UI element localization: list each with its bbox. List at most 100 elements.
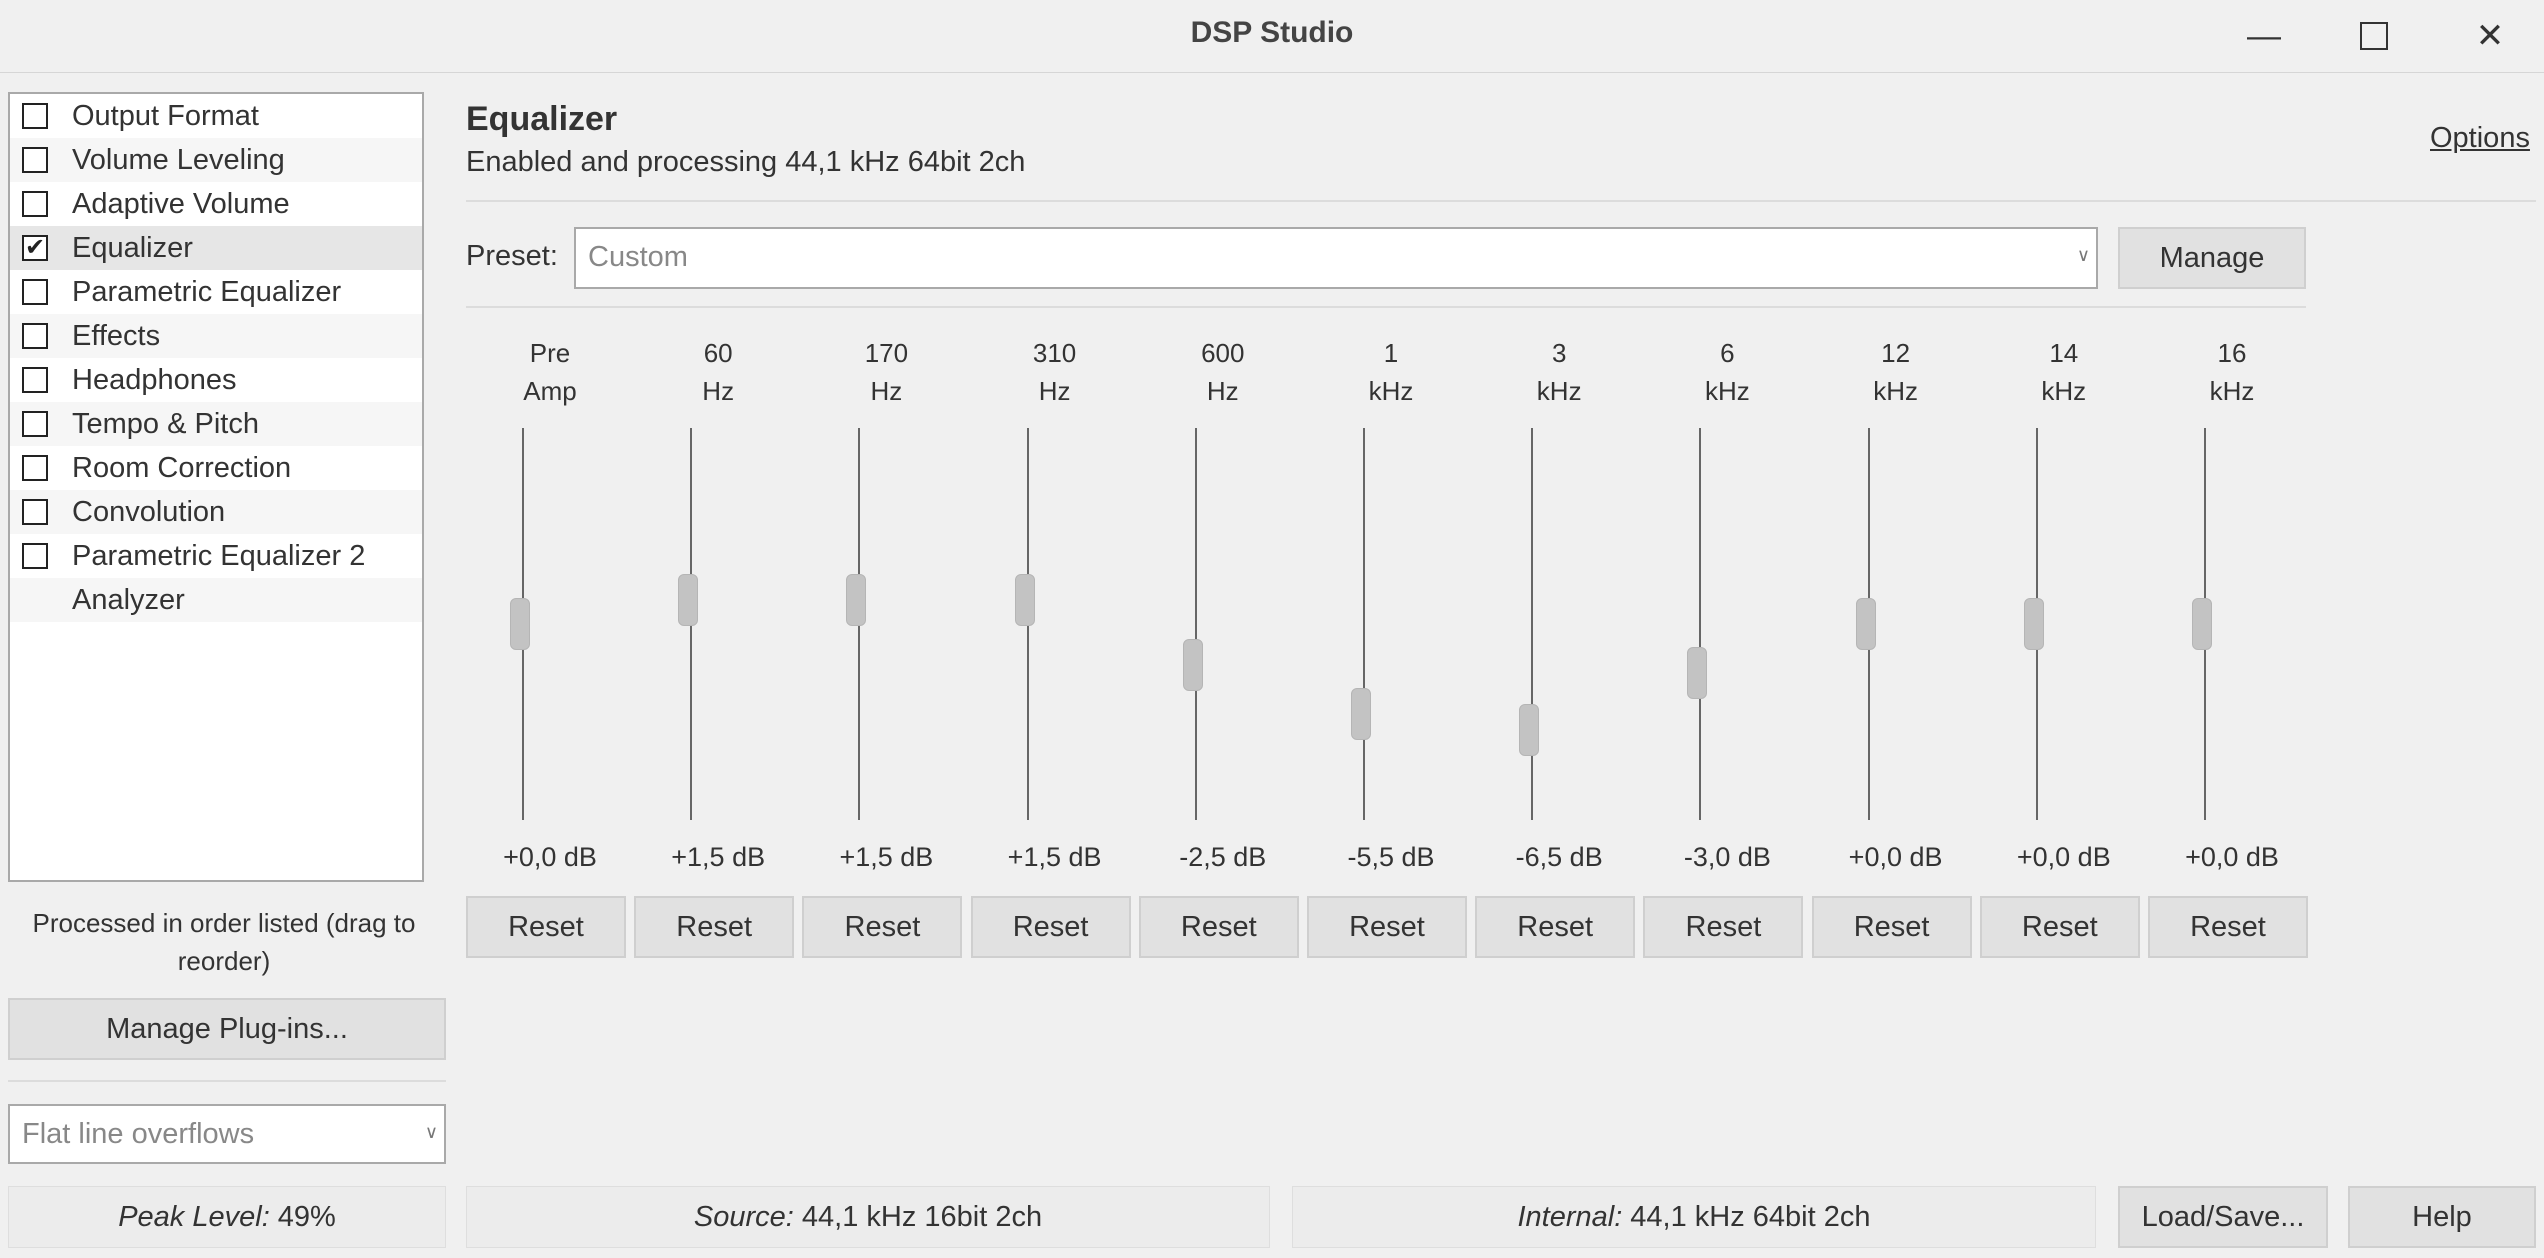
- minimize-icon: —: [2247, 16, 2281, 55]
- dsp-list-item[interactable]: Effects: [10, 314, 422, 358]
- checkbox[interactable]: [22, 323, 48, 349]
- overflow-mode-select[interactable]: Flat line overflows ∨: [8, 1104, 446, 1164]
- peak-level-label: Peak Level:: [118, 1200, 270, 1233]
- band-slider-thumb[interactable]: [2023, 598, 2044, 650]
- overflow-mode-value: Flat line overflows: [22, 1118, 255, 1150]
- dsp-list-item[interactable]: Analyzer: [10, 578, 422, 622]
- band-reset-button[interactable]: Reset: [970, 896, 1131, 958]
- peak-level-status: Peak Level: 49%: [8, 1186, 446, 1248]
- band-frequency-value: 6: [1720, 338, 1735, 368]
- band-reset-button[interactable]: Reset: [1307, 896, 1467, 958]
- sidebar-divider: [8, 1080, 446, 1082]
- options-link[interactable]: Options: [2430, 122, 2530, 155]
- manage-plugins-button[interactable]: Manage Plug-ins...: [8, 998, 446, 1060]
- title-bar: DSP Studio — ✕: [0, 0, 2544, 73]
- checkbox-checked[interactable]: ✔: [22, 235, 48, 261]
- band-gain-value: +1,5 dB: [839, 842, 934, 872]
- dsp-list-item[interactable]: Parametric Equalizer 2: [10, 534, 422, 578]
- band-reset-button[interactable]: Reset: [2148, 896, 2308, 958]
- band-frequency-value: 14: [2049, 338, 2079, 368]
- checkbox[interactable]: [22, 367, 48, 393]
- dsp-list-item[interactable]: ✔ Equalizer: [10, 226, 422, 270]
- band-frequency-value: 60: [703, 338, 733, 368]
- band-reset-button[interactable]: Reset: [1475, 896, 1636, 958]
- checkbox[interactable]: [22, 147, 48, 173]
- dsp-list-item-label: Room Correction: [72, 452, 292, 484]
- dsp-list-item[interactable]: Headphones: [10, 358, 422, 402]
- band-gain-value: -6,5 dB: [1515, 842, 1603, 872]
- manage-preset-button[interactable]: Manage: [2118, 227, 2306, 289]
- minimize-button[interactable]: —: [2224, 10, 2304, 62]
- band-slider-track[interactable]: [1699, 428, 1702, 820]
- page-title: Equalizer: [466, 100, 618, 138]
- band-slider-thumb[interactable]: [1014, 573, 1035, 626]
- chevron-down-icon: ∨: [424, 1122, 438, 1142]
- dsp-list-item-label: Tempo & Pitch: [72, 408, 259, 440]
- band-reset-button[interactable]: Reset: [466, 896, 626, 958]
- band-frequency-value: Pre: [529, 338, 571, 368]
- internal-format-value: 44,1 kHz 64bit 2ch: [1630, 1200, 1871, 1233]
- band-reset-button[interactable]: Reset: [802, 896, 963, 958]
- band-slider-thumb[interactable]: [1519, 704, 1540, 757]
- dsp-list-item-label: Analyzer: [72, 584, 185, 616]
- checkbox[interactable]: [22, 103, 48, 129]
- band-slider-thumb[interactable]: [678, 573, 699, 626]
- checkbox[interactable]: [22, 279, 48, 305]
- band-frequency-unit: kHz: [1873, 376, 1918, 406]
- dsp-list-item[interactable]: Volume Leveling: [10, 138, 422, 182]
- band-frequency-value: 600: [1201, 338, 1245, 368]
- band-gain-value: -3,0 dB: [1683, 842, 1771, 872]
- source-format-value: 44,1 kHz 16bit 2ch: [801, 1200, 1043, 1233]
- band-reset-button[interactable]: Reset: [1138, 896, 1299, 958]
- source-format-label: Source:: [693, 1200, 794, 1233]
- dsp-module-list[interactable]: Output Format Volume Leveling Adaptive Vol…: [8, 92, 424, 882]
- chevron-down-icon: ∨: [2076, 245, 2090, 265]
- close-icon: ✕: [2475, 17, 2505, 55]
- preset-select[interactable]: Custom ∨: [574, 227, 2098, 289]
- band-reset-button[interactable]: Reset: [1643, 896, 1804, 958]
- dsp-list-item[interactable]: Parametric Equalizer: [10, 270, 422, 314]
- band-slider-thumb[interactable]: [846, 573, 867, 626]
- load-save-button[interactable]: Load/Save...: [2118, 1186, 2328, 1248]
- band-reset-button[interactable]: Reset: [634, 896, 795, 958]
- band-frequency-value: 16: [2217, 338, 2247, 368]
- band-gain-value: +1,5 dB: [671, 842, 766, 872]
- band-gain-value: +1,5 dB: [1007, 842, 1102, 872]
- dsp-list-item-label: Output Format: [72, 100, 259, 132]
- band-frequency-unit: Hz: [702, 376, 735, 406]
- dsp-list-item[interactable]: Output Format: [10, 94, 422, 138]
- band-frequency-unit: Amp: [523, 376, 577, 406]
- band-slider-thumb[interactable]: [2192, 598, 2212, 650]
- dsp-list-item[interactable]: Adaptive Volume: [10, 182, 422, 226]
- band-slider-thumb[interactable]: [510, 598, 530, 650]
- dsp-list-item[interactable]: Convolution: [10, 490, 422, 534]
- checkbox[interactable]: [22, 499, 48, 525]
- band-slider-track[interactable]: [1194, 428, 1197, 820]
- band-slider-thumb[interactable]: [1351, 687, 1371, 740]
- checkbox[interactable]: [22, 543, 48, 569]
- checkmark-icon: ✔: [24, 234, 46, 261]
- checkbox[interactable]: [22, 411, 48, 437]
- band-reset-button[interactable]: Reset: [1811, 896, 1972, 958]
- header-divider: [466, 200, 2536, 202]
- dsp-list-item[interactable]: Room Correction: [10, 446, 422, 490]
- band-slider-thumb[interactable]: [1855, 598, 1876, 650]
- band-slider-track[interactable]: [1363, 428, 1365, 820]
- band-slider-thumb[interactable]: [1687, 647, 1708, 699]
- dsp-list-item[interactable]: Tempo & Pitch: [10, 402, 422, 446]
- band-reset-button[interactable]: Reset: [1979, 896, 2140, 958]
- band-gain-value: +0,0 dB: [503, 842, 597, 872]
- band-slider-thumb[interactable]: [1182, 638, 1203, 691]
- maximize-button[interactable]: [2334, 10, 2414, 62]
- dsp-list-item-label: Adaptive Volume: [72, 188, 290, 220]
- checkbox[interactable]: [22, 455, 48, 481]
- band-slider-track[interactable]: [1531, 428, 1534, 820]
- dsp-list-item-label: Parametric Equalizer 2: [72, 540, 366, 572]
- checkbox[interactable]: [22, 191, 48, 217]
- close-button[interactable]: ✕: [2450, 10, 2530, 62]
- band-frequency-unit: Hz: [1206, 376, 1239, 406]
- help-button[interactable]: Help: [2348, 1186, 2536, 1248]
- maximize-icon: [2360, 22, 2388, 50]
- band-frequency-unit: kHz: [2209, 376, 2255, 406]
- band-frequency-value: 1: [1383, 338, 1399, 368]
